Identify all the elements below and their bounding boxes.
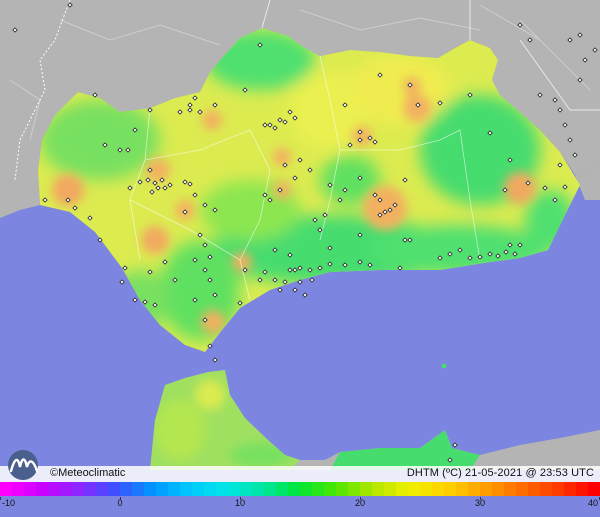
colorbar-step (72, 482, 85, 496)
colorbar-step (312, 482, 325, 496)
colorbar-step (480, 482, 493, 496)
colorbar-tick-label: 0 (117, 498, 123, 508)
brand-label: ©Meteoclimatic (50, 467, 125, 479)
colorbar-step (36, 482, 49, 496)
colorbar-step (528, 482, 541, 496)
product-caption: DHTM (ºC) 21-05-2021 @ 23:53 UTC (407, 467, 594, 479)
colorbar-step (108, 482, 121, 496)
colorbar-step (132, 482, 145, 496)
colorbar-step (168, 482, 181, 496)
colorbar-step (84, 482, 97, 496)
colorbar-step (144, 482, 157, 496)
colorbar-step (204, 482, 217, 496)
colorbar-step (192, 482, 205, 496)
colorbar-tick-label: 20 (354, 498, 366, 508)
colorbar-step (576, 482, 589, 496)
colorbar-step (564, 482, 577, 496)
colorbar-step (120, 482, 133, 496)
alboran-island (441, 363, 447, 369)
colorbar-step (216, 482, 229, 496)
temperature-map (0, 0, 600, 517)
colorbar-tick-label: 10 (234, 498, 246, 508)
colorbar-step (420, 482, 433, 496)
colorbar-tick-mark (0, 497, 1, 500)
colorbar-step (156, 482, 169, 496)
colorbar-step (300, 482, 313, 496)
colorbar-step (240, 482, 253, 496)
colorbar-tick-label: 40 (587, 498, 598, 508)
colorbar-step (324, 482, 337, 496)
colorbar-step (372, 482, 385, 496)
colorbar-step (48, 482, 61, 496)
meteoclimatic-logo-icon (8, 450, 39, 480)
colorbar-tick-label: -10 (2, 498, 16, 508)
colorbar-step (444, 482, 457, 496)
product-label: DHTM (ºC) (406, 467, 462, 479)
colorbar-step (504, 482, 517, 496)
colorbar-step (60, 482, 73, 496)
colorbar-step (384, 482, 397, 496)
colorbar-step (288, 482, 301, 496)
product-at: @ (525, 467, 537, 479)
colorbar-step (588, 482, 600, 496)
colorbar-step (360, 482, 373, 496)
colorbar-step (468, 482, 481, 496)
colorbar-step (252, 482, 265, 496)
colorbar-step (96, 482, 109, 496)
colorbar-tick-label: 30 (474, 498, 486, 508)
colorbar-step (264, 482, 277, 496)
colorbar-step (228, 482, 241, 496)
colorbar-step (456, 482, 469, 496)
brand-name: Meteoclimatic (58, 467, 126, 479)
colorbar-step (432, 482, 445, 496)
colorbar-step (12, 482, 25, 496)
copyright-symbol: © (50, 467, 59, 479)
colorbar-step (276, 482, 289, 496)
colorbar-step (408, 482, 421, 496)
colorbar-step (336, 482, 349, 496)
product-date: 21-05-2021 (465, 467, 523, 479)
colorbar-step (492, 482, 505, 496)
colorbar-step (180, 482, 193, 496)
colorbar-step (24, 482, 37, 496)
colorbar-step (396, 482, 409, 496)
colorbar-step (0, 482, 13, 496)
colorbar-step (552, 482, 565, 496)
colorbar (0, 482, 600, 496)
colorbar-step (540, 482, 553, 496)
colorbar-ticks: -10 0 10 20 30 40 (0, 497, 600, 511)
colorbar-step (516, 482, 529, 496)
colorbar-step (348, 482, 361, 496)
product-time: 23:53 UTC (539, 467, 594, 479)
